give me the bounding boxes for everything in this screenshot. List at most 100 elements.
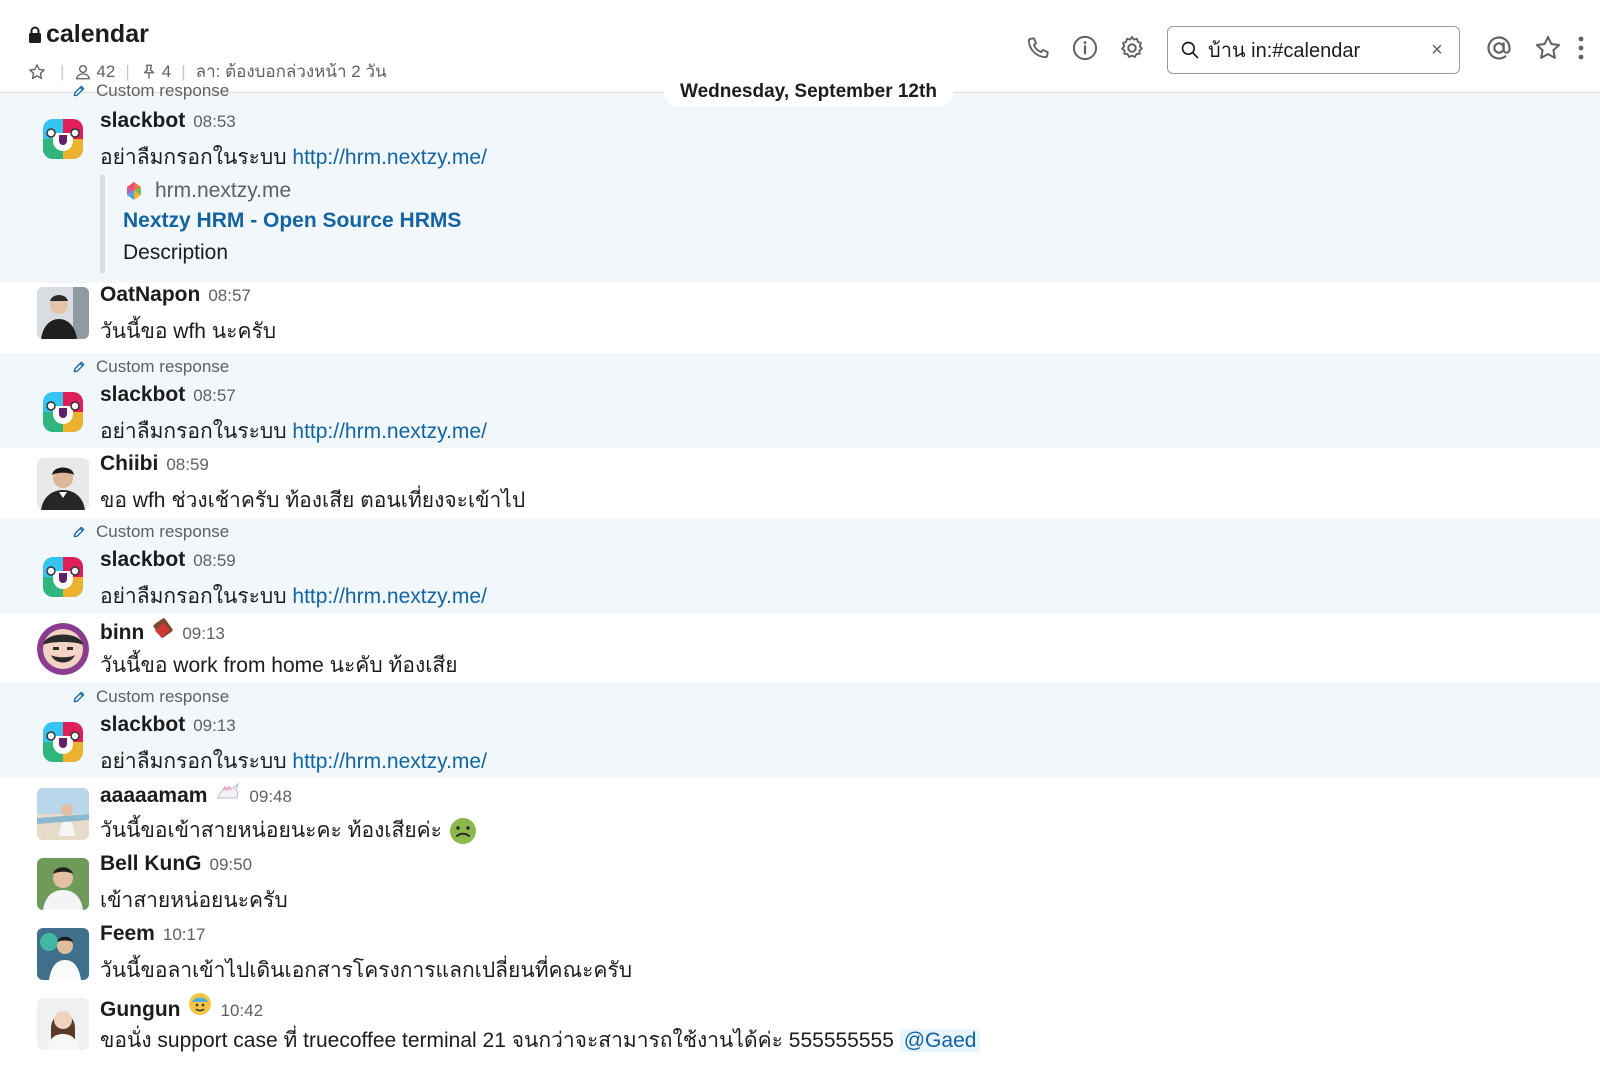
channel-details-button[interactable] [1070,33,1100,63]
message-text: เข้าสายหน่อยนะครับ [100,889,288,912]
message-author[interactable]: aaaaamam 09:48 [100,782,292,808]
message-author[interactable]: Chiibi 08:59 [100,452,209,476]
mentions-button[interactable] [1484,33,1514,63]
pencil-icon [73,85,85,97]
call-button[interactable] [1023,33,1053,63]
message-item[interactable]: Bell KunG 09:50 เข้าสายหน่อยนะครับ [0,848,1600,918]
unfurl-site[interactable]: hrm.nextzy.me [123,175,461,207]
avatar[interactable] [37,998,89,1050]
star-icon [1535,35,1561,59]
channel-title[interactable]: calendar [28,20,149,49]
avatar[interactable] [37,551,89,603]
message-author[interactable]: Bell KunG 09:50 [100,852,252,876]
message-author[interactable]: Feem 10:17 [100,922,205,946]
avatar[interactable] [37,287,89,339]
message-timestamp[interactable]: 10:17 [163,925,206,945]
message-text: อย่าลืมกรอกในระบบ http://hrm.nextzy.me/ [100,750,487,773]
pencil-icon [73,361,85,373]
message-author[interactable]: Gungun 10:42 [100,992,263,1022]
message-timestamp[interactable]: 08:57 [208,286,251,306]
status-emoji-icon [188,992,212,1022]
message-item[interactable]: Custom response slackbot 09:13 อย่าลืมกร… [0,683,1600,778]
message-text: วันนี้ขอเข้าสายหน่อยนะคะ ท้องเสียค่ะ [100,814,478,847]
unfurl-title[interactable]: Nextzy HRM - Open Source HRMS [123,209,461,241]
message-item[interactable]: Custom response slackbot 08:59 อย่าลืมกร… [0,518,1600,613]
message-timestamp[interactable]: 09:13 [193,716,236,736]
person-icon [76,64,91,79]
user-photo-icon [37,458,89,510]
message-timestamp[interactable]: 09:48 [249,787,292,807]
site-favicon-icon [127,182,141,200]
more-vertical-icon [1578,36,1584,60]
message-text: ขอ wfh ช่วงเช้าครับ ท้องเสีย ตอนเที่ยงจะ… [100,489,526,512]
message-author[interactable]: OatNapon 08:57 [100,283,251,307]
nauseated-face-icon [449,818,476,845]
message-timestamp[interactable]: 08:59 [193,551,236,571]
message-timestamp[interactable]: 09:50 [210,855,253,875]
pinned-count[interactable]: 4 [140,62,171,82]
message-author[interactable]: slackbot 09:13 [100,713,236,737]
message-text: อย่าลืมกรอกในระบบ http://hrm.nextzy.me/ [100,420,487,443]
avatar[interactable] [37,716,89,768]
status-chocolate-icon [152,617,174,645]
message-link[interactable]: http://hrm.nextzy.me/ [292,146,487,169]
message-author[interactable]: slackbot 08:59 [100,548,236,572]
message-text: อย่าลืมกรอกในระบบ http://hrm.nextzy.me/ [100,585,487,608]
user-photo-icon [37,998,89,1050]
message-author[interactable]: slackbot 08:57 [100,383,236,407]
search-input[interactable]: บ้าน in:#calendar [1208,34,1427,66]
message-timestamp[interactable]: 08:59 [166,455,209,475]
slackbot-avatar-icon [43,557,83,597]
message-item[interactable]: Feem 10:17 วันนี้ขอลาเข้าไปเดินเอกสารโคร… [0,918,1600,988]
user-photo-icon [37,858,89,910]
message-item[interactable]: OatNapon 08:57 วันนี้ขอ wfh นะครับ [0,283,1600,353]
slackbot-avatar-icon [43,119,83,159]
avatar[interactable] [37,858,89,910]
at-sign-icon [1487,36,1511,60]
message-timestamp[interactable]: 10:42 [220,1001,263,1021]
date-divider: Wednesday, September 12th [664,77,953,107]
custom-response-label: Custom response [72,81,229,101]
search-box[interactable]: บ้าน in:#calendar × [1167,26,1460,74]
message-link[interactable]: http://hrm.nextzy.me/ [292,420,487,443]
user-mention[interactable]: @Gaed [899,1029,981,1052]
star-icon [29,63,45,79]
unfurl-description: Description [123,241,229,264]
avatar[interactable] [37,458,89,510]
message-item[interactable]: binn 09:13 วันนี้ขอ work from home นะคับ… [0,613,1600,683]
gear-icon [1121,35,1143,58]
meta-divider: | [181,61,186,81]
starred-items-button[interactable] [1533,33,1563,63]
pencil-icon [73,526,85,538]
pinned-count-value: 4 [161,61,172,81]
message-timestamp[interactable]: 09:13 [182,624,225,644]
message-author[interactable]: binn 09:13 [100,617,225,645]
message-item[interactable]: Custom response slackbot 08:57 อย่าลืมกร… [0,353,1600,448]
meta-divider: | [125,61,130,81]
star-channel-button[interactable] [28,63,50,81]
avatar[interactable] [37,928,89,980]
avatar[interactable] [37,788,89,840]
clear-search-button[interactable]: × [1427,39,1447,62]
member-count[interactable]: 42 [74,62,115,82]
message-timestamp[interactable]: 08:53 [193,112,236,132]
message-author[interactable]: slackbot 08:53 [100,109,236,133]
message-item[interactable]: Custom response slackbot 08:53 อย่าลืมกร… [0,81,1600,283]
message-timestamp[interactable]: 08:57 [193,386,236,406]
avatar[interactable] [37,623,89,675]
message-link[interactable]: http://hrm.nextzy.me/ [292,585,487,608]
avatar[interactable] [37,386,89,438]
message-link[interactable]: http://hrm.nextzy.me/ [292,750,487,773]
phone-icon [1027,37,1049,59]
channel-settings-button[interactable] [1117,33,1147,63]
avatar[interactable] [37,113,89,165]
link-unfurl: hrm.nextzy.me Nextzy HRM - Open Source H… [100,175,461,273]
channel-name: calendar [46,20,149,48]
message-item[interactable]: Gungun 10:42 ขอนั่ง support case ที่ tru… [0,988,1600,1075]
lock-icon [29,26,41,43]
message-item[interactable]: aaaaamam 09:48 วันนี้ขอเข้าสายหน่อยนะคะ … [0,778,1600,848]
pencil-icon [73,691,85,703]
message-item[interactable]: Chiibi 08:59 ขอ wfh ช่วงเช้าครับ ท้องเสี… [0,448,1600,518]
more-actions-button[interactable] [1572,33,1590,63]
slackbot-avatar-icon [43,392,83,432]
